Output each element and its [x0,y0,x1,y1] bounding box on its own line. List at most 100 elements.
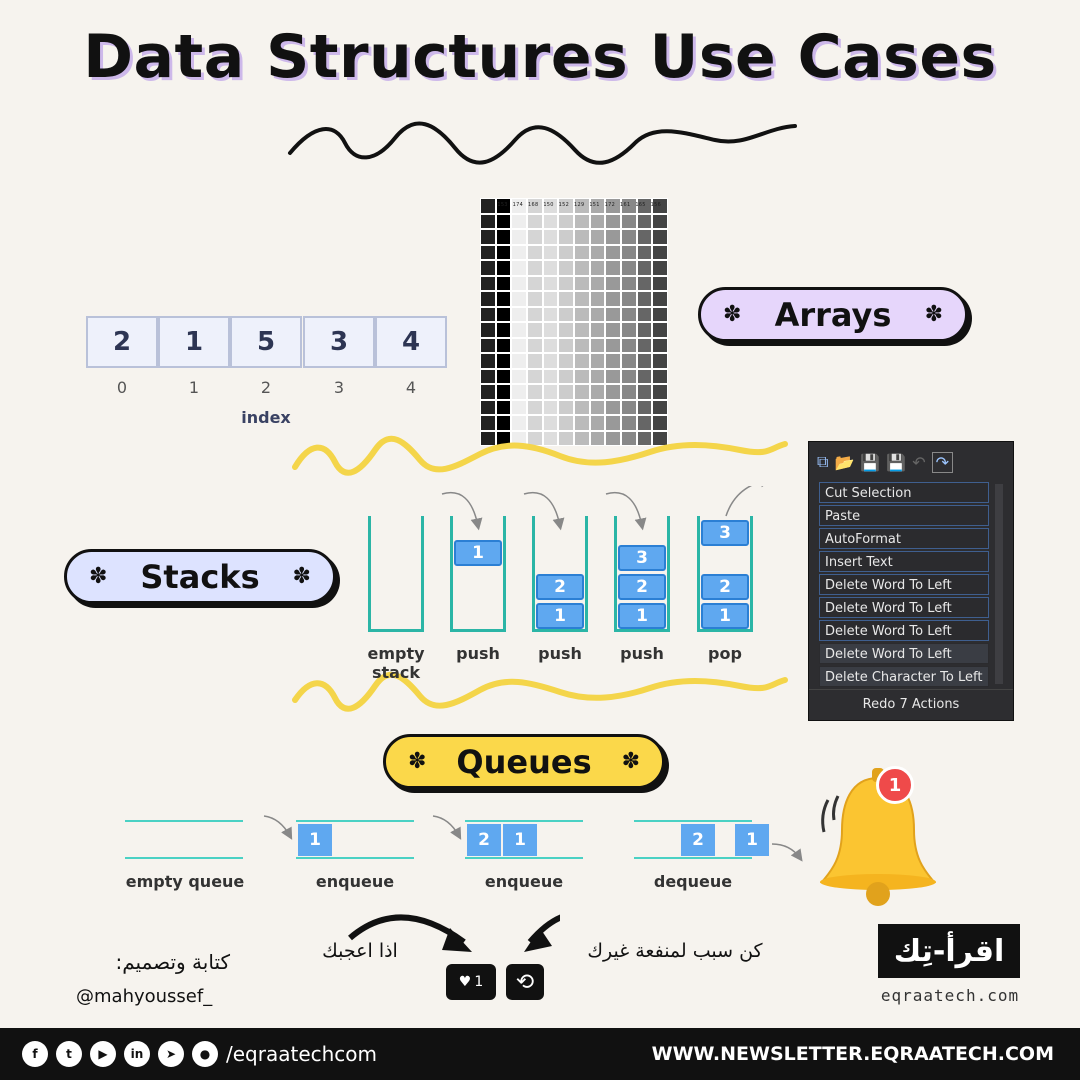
scrollbar[interactable] [995,484,1003,684]
pixel-cell [589,322,606,338]
pixel-cell [511,244,527,260]
pixel-cell [542,384,559,400]
pixel-cell [605,306,621,322]
queue-step-label: enqueue [315,872,395,891]
facebook-icon[interactable]: f [22,1041,48,1067]
pixel-cell [495,260,512,276]
yellow-squiggle [292,435,788,476]
pixel-cell [558,244,574,260]
pixel-cell [527,399,543,415]
pixel-cell [636,306,653,322]
github-icon[interactable]: ● [192,1041,218,1067]
pixel-cell [636,415,653,431]
pixel-cell [511,384,527,400]
pixel-cell [511,399,527,415]
newsletter-url[interactable]: WWW.NEWSLETTER.EQRAATECH.COM [652,1043,1054,1065]
title-underline-squiggle [288,121,797,165]
save-icon[interactable]: 💾 [860,453,880,472]
pixel-cell [527,213,543,229]
pixel-cell [605,322,621,338]
pixel-cell [480,322,496,338]
pixel-cell [542,244,559,260]
pixel-cell [636,213,653,229]
pixel-cell [621,275,637,291]
pixel-cell [495,291,512,307]
array-cell: 4 [375,316,447,368]
pixel-cell [574,260,590,276]
copy-icon[interactable]: ⧉ [817,452,828,472]
grayscale-pixel-grid-image [480,198,668,446]
pixel-cell [480,229,496,245]
stack-step-label: empty stack [367,644,425,682]
flower-icon: ✽ [723,302,742,327]
retweet-button[interactable]: ⟲ [506,964,544,1000]
pixel-cell [527,415,543,431]
pixel-values-row: 157 153 174 168 150 152 129 151 172 161 … [482,202,662,208]
pixel-cell [558,260,574,276]
pixel-cell [495,399,512,415]
pixel-cell [511,306,527,322]
pixel-cell [589,213,606,229]
be-helpful-text: كن سبب لمنفعة غيرك [587,940,763,962]
pixel-cell [558,353,574,369]
history-item[interactable]: Delete Word To Left [819,597,989,618]
pixel-cell [558,399,574,415]
pixel-cell [558,306,574,322]
pixel-cell [495,244,512,260]
pixel-cell [558,229,574,245]
pixel-cell [621,337,637,353]
save-all-icon[interactable]: 💾 [886,453,906,472]
site-url[interactable]: eqraatech.com [870,986,1030,1005]
array-cell: 5 [230,316,302,368]
history-item[interactable]: Cut Selection [819,482,989,503]
pixel-cell [558,415,574,431]
stack-block: 1 [701,603,749,629]
youtube-icon[interactable]: ▶ [90,1041,116,1067]
telegram-icon[interactable]: ➤ [158,1041,184,1067]
history-item[interactable]: Delete Word To Left [819,620,989,641]
redo-icon[interactable]: ↷ [931,451,954,473]
redo-actions-footer[interactable]: Redo 7 Actions [809,689,1013,720]
history-item[interactable]: AutoFormat [819,528,989,549]
flower-icon: ✽ [621,749,640,774]
heart-icon: ♥ [458,974,472,990]
history-item[interactable]: Delete Word To Left [819,643,989,664]
history-item[interactable]: Delete Word To Left [819,574,989,595]
pixel-cell [621,415,637,431]
pixel-cell [495,229,512,245]
pixel-cell [480,306,496,322]
pixel-cell [495,275,512,291]
pixel-cell [542,337,559,353]
pixel-cell [574,368,590,384]
pixel-cell [574,415,590,431]
pixel-cell [495,384,512,400]
pixel-cell [542,415,559,431]
pixel-cell [605,244,621,260]
footer-bar: f t ▶ in ➤ ● /eqraatechcom WWW.NEWSLETTE… [0,1028,1080,1080]
undo-icon[interactable]: ↶ [912,453,925,472]
history-item[interactable]: Paste [819,505,989,526]
pixel-cell [652,291,668,307]
pixel-cell [589,384,606,400]
open-folder-icon[interactable]: 📂 [834,453,854,472]
pixel-cell [652,368,668,384]
pixel-cell [605,384,621,400]
pixel-cell [621,368,637,384]
pixel-cell [574,275,590,291]
pixel-cell [652,399,668,415]
pixel-cell [527,353,543,369]
stacks-label-pill: ✽ Stacks ✽ [64,549,336,604]
footer-handle[interactable]: /eqraatechcom [226,1042,377,1066]
pixel-cell [480,384,496,400]
pixel-cell [652,353,668,369]
like-button[interactable]: ♥ 1 [446,964,496,1000]
twitter-icon[interactable]: t [56,1041,82,1067]
pixel-cell [542,213,559,229]
pixel-cell [542,275,559,291]
linkedin-icon[interactable]: in [124,1041,150,1067]
pixel-cell [636,337,653,353]
pixel-cell [558,368,574,384]
pixel-cell [495,306,512,322]
history-item[interactable]: Delete Character To Left [819,666,989,687]
history-item[interactable]: Insert Text [819,551,989,572]
